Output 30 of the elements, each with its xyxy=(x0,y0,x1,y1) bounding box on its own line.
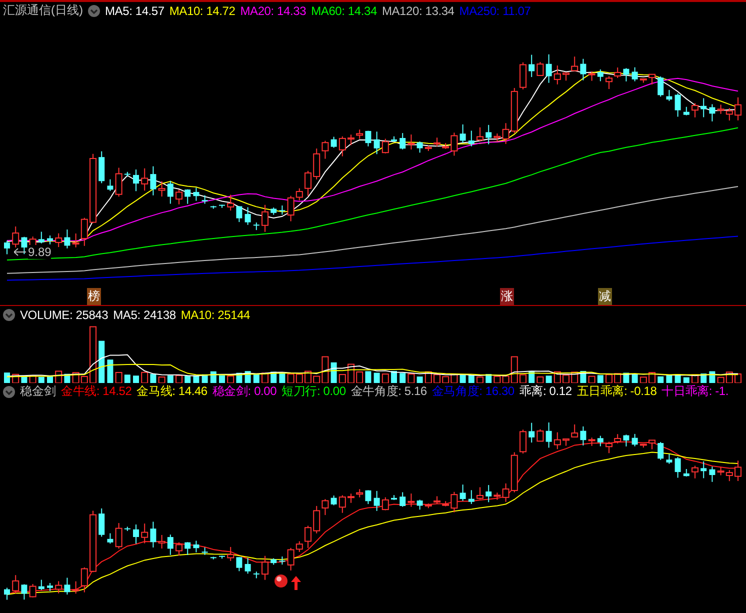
indicator-value: MA250: 11.07 xyxy=(459,4,531,18)
indicator-title: 稳金剑 xyxy=(20,383,56,400)
up-arrow-icon xyxy=(291,576,301,590)
dropdown-icon[interactable] xyxy=(3,308,15,320)
signal-tag: 涨 xyxy=(500,288,514,305)
ball-icon xyxy=(274,574,288,588)
left-arrow-icon xyxy=(14,248,26,256)
indicator-value: 乖离: 0.12 xyxy=(519,383,572,400)
indicator-value: MA10: 25144 xyxy=(180,308,250,322)
price-label: 9.89 xyxy=(28,245,52,259)
dropdown-icon[interactable] xyxy=(88,4,100,16)
indicator-value: 稳金剑: 0.00 xyxy=(212,383,277,400)
dropdown-icon[interactable] xyxy=(3,386,15,398)
signal-tag: 减 xyxy=(598,288,612,305)
indicator-value: 金马角度: 16.30 xyxy=(432,383,514,400)
indicator-value: 五日乖离: -0.18 xyxy=(576,383,657,400)
indicator-value: MA20: 14.33 xyxy=(240,4,306,18)
indicator-value: 金马线: 14.46 xyxy=(136,383,208,400)
chart-title: 汇源通信(日线) xyxy=(3,2,83,19)
indicator-value: MA5: 14.57 xyxy=(105,4,164,18)
signal-tag: 榜 xyxy=(87,288,101,305)
indicator-value: MA60: 14.34 xyxy=(311,4,377,18)
indicator-value: MA10: 14.72 xyxy=(169,4,236,18)
indicator-value: MA120: 13.34 xyxy=(382,4,454,18)
indicator-value: 金牛线: 14.52 xyxy=(61,383,132,400)
indicator-value: MA5: 24138 xyxy=(113,308,176,322)
indicator-value: 十日乖离: -1. xyxy=(662,383,729,400)
indicator-value: VOLUME: 25843 xyxy=(20,308,108,322)
indicator-value: 短刀行: 0.00 xyxy=(282,383,346,400)
indicator-value: 金牛角度: 5.16 xyxy=(350,383,427,400)
